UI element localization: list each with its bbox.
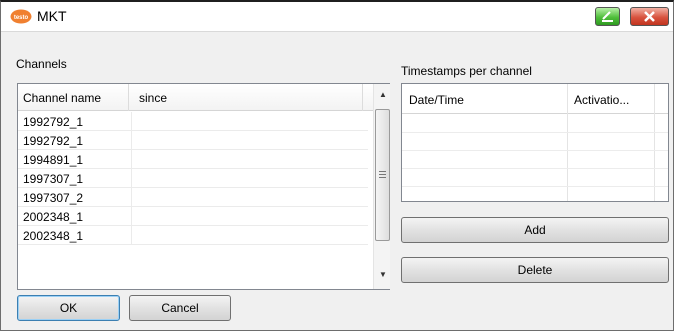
- channels-list-header: Channel name since: [18, 84, 373, 111]
- grid-line: [654, 84, 655, 201]
- column-divider[interactable]: [128, 84, 129, 111]
- testo-logo-icon: testo: [10, 9, 32, 24]
- column-header-date-time[interactable]: Date/Time: [409, 93, 464, 107]
- cell-divider: [131, 207, 132, 226]
- app-icon-text: testo: [14, 15, 29, 21]
- channel-name-cell: 1992792_1: [23, 115, 84, 129]
- restore-icon: [602, 11, 613, 22]
- channel-name-cell: 1997307_1: [23, 172, 84, 186]
- scroll-down-icon[interactable]: ▼: [379, 270, 387, 279]
- channel-name-cell: 1992792_1: [23, 134, 84, 148]
- cell-divider: [131, 169, 132, 188]
- grid-line: [402, 150, 668, 151]
- grip-line: [379, 177, 386, 178]
- column-header-since[interactable]: since: [139, 91, 167, 105]
- cell-divider: [131, 112, 132, 131]
- window-title: MKT: [37, 8, 67, 24]
- close-icon: [644, 11, 655, 22]
- grid-line: [402, 168, 668, 169]
- scroll-up-icon[interactable]: ▲: [379, 90, 387, 99]
- column-header-channel-name[interactable]: Channel name: [23, 91, 101, 105]
- channel-name-cell: 1997307_2: [23, 191, 84, 205]
- grid-line: [402, 132, 668, 133]
- table-row[interactable]: 1997307_2: [18, 188, 368, 207]
- grid-line: [402, 186, 668, 187]
- channels-label: Channels: [16, 57, 67, 71]
- channel-name-cell: 1994891_1: [23, 153, 84, 167]
- grid-line: [567, 84, 568, 201]
- cell-divider: [131, 188, 132, 207]
- mkt-dialog: testo MKT Channels Timestamps per channe…: [0, 0, 674, 331]
- channels-list[interactable]: Channel name since 1992792_1 1992792_1 1…: [17, 83, 390, 290]
- title-bar[interactable]: testo MKT: [1, 2, 673, 32]
- scrollbar-thumb[interactable]: [375, 109, 390, 241]
- column-divider[interactable]: [362, 84, 363, 111]
- table-row[interactable]: 1997307_1: [18, 169, 368, 188]
- channels-scrollbar[interactable]: ▲ ▼: [373, 84, 390, 289]
- close-button[interactable]: [630, 7, 669, 26]
- grip-line: [379, 171, 386, 172]
- table-row[interactable]: 1994891_1: [18, 150, 368, 169]
- grip-line: [379, 174, 386, 175]
- timestamps-header: Date/Time Activatio...: [402, 84, 668, 114]
- delete-button[interactable]: Delete: [401, 257, 669, 283]
- column-header-activation[interactable]: Activatio...: [574, 93, 629, 107]
- table-row[interactable]: 2002348_1: [18, 207, 368, 226]
- cell-divider: [131, 150, 132, 169]
- table-row[interactable]: 1992792_1: [18, 131, 368, 150]
- timestamps-grid[interactable]: Date/Time Activatio...: [401, 83, 669, 202]
- channel-name-cell: 2002348_1: [23, 229, 84, 243]
- cell-divider: [131, 131, 132, 150]
- table-row[interactable]: 1992792_1: [18, 112, 368, 131]
- cancel-button[interactable]: Cancel: [129, 295, 231, 321]
- table-row[interactable]: 2002348_1: [18, 226, 368, 245]
- restore-button[interactable]: [595, 7, 620, 26]
- cell-divider: [131, 226, 132, 245]
- channel-name-cell: 2002348_1: [23, 210, 84, 224]
- add-button[interactable]: Add: [401, 217, 669, 243]
- ok-button[interactable]: OK: [17, 295, 120, 321]
- timestamps-label: Timestamps per channel: [401, 64, 532, 78]
